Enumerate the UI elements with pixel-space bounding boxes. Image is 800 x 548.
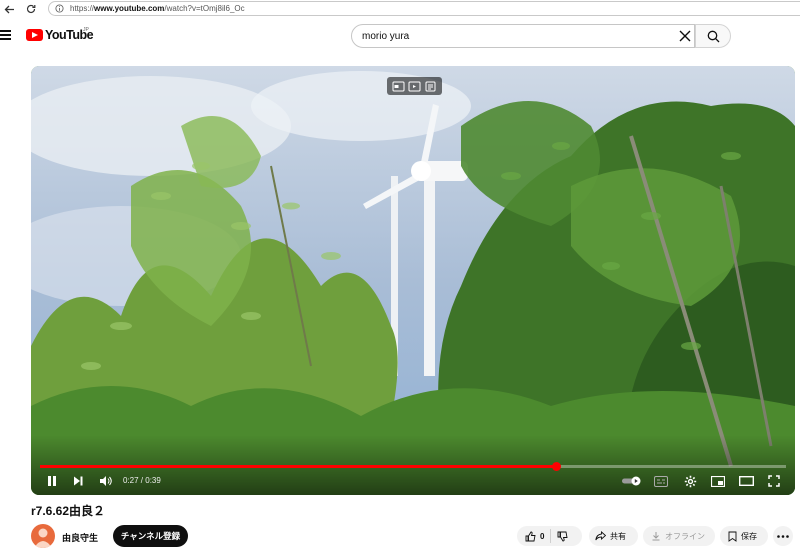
share-button[interactable]: 共有 [589,526,638,546]
bookmark-icon [728,531,737,542]
url-domain: www.youtube.com [94,4,165,13]
youtube-logo[interactable]: YouTube JP [26,27,94,42]
logo-region: JP [83,27,89,33]
save-button[interactable]: 保存 [720,526,768,546]
offline-download-button[interactable]: オフライン [643,526,715,546]
clear-search-icon[interactable] [676,27,694,45]
hamburger-menu-icon[interactable] [0,30,11,40]
theater-mode-icon [738,476,754,486]
pause-button[interactable] [43,472,61,490]
pause-icon [48,476,56,486]
fullscreen-button[interactable] [765,472,783,490]
offline-label: オフライン [665,531,705,541]
video-title: r7.6.62由良２ [31,504,106,518]
video-frame-forest-wind-turbine [31,66,795,495]
search-icon [707,30,719,42]
owner-actions-row: 由良守生 チャンネル登録 0 共有 オフライン 保存 [31,524,800,548]
more-actions-button[interactable] [773,526,793,546]
browser-address-bar: https://www.youtube.com/watch?v=tOmj8il6… [0,0,800,18]
autoplay-toggle[interactable] [621,472,643,490]
overlay-mini-controls [387,77,442,95]
current-time: 0:27 [123,476,139,485]
autoplay-toggle-icon [622,476,641,486]
gear-icon [684,475,696,487]
cast-icon[interactable] [408,81,421,92]
theater-mode-button[interactable] [737,472,755,490]
search-button[interactable] [695,24,731,48]
like-button[interactable]: 0 [517,531,544,542]
progress-bar[interactable] [40,462,786,471]
video-player[interactable]: 0:27 / 0:39 [31,66,795,495]
url-prefix: https:// [70,4,95,13]
skip-next-icon [74,476,83,486]
url-field[interactable]: https://www.youtube.com/watch?v=tOmj8il6… [48,1,800,16]
miniplayer-icon [711,475,725,487]
notes-icon[interactable] [424,81,437,92]
youtube-header: YouTube JP morio yura [0,18,800,54]
url-path: /watch?v=tOmj8il6_Oc [164,4,245,13]
next-button[interactable] [69,472,87,490]
reload-icon[interactable] [22,0,40,18]
miniplayer-button[interactable] [709,472,727,490]
settings-button[interactable] [681,472,699,490]
subscribe-button[interactable]: チャンネル登録 [113,525,188,547]
search-input[interactable]: morio yura [351,24,695,48]
back-arrow-icon[interactable] [0,0,18,18]
youtube-play-logo-icon [26,29,43,41]
download-icon [652,532,660,541]
fullscreen-icon [768,475,780,487]
thumbs-down-icon [558,531,568,541]
thumbs-up-icon [525,531,536,541]
save-label: 保存 [741,531,757,541]
progress-played [40,465,557,468]
channel-name[interactable]: 由良守生 [62,531,98,544]
volume-icon [100,476,112,486]
more-horizontal-icon [777,534,789,538]
subtitles-icon [654,475,668,487]
site-info-icon[interactable] [55,4,64,13]
duration: 0:39 [145,476,161,485]
share-arrow-icon [595,531,606,541]
volume-button[interactable] [97,472,115,490]
like-count: 0 [540,531,545,541]
dislike-button[interactable] [557,531,568,542]
like-divider [550,529,552,543]
channel-avatar[interactable] [31,524,55,548]
miniplayer-icon[interactable] [392,81,405,92]
like-dislike-group: 0 [517,526,582,546]
time-display: 0:27 / 0:39 [123,476,161,485]
subtitles-button[interactable] [652,472,670,490]
share-label: 共有 [610,531,626,541]
